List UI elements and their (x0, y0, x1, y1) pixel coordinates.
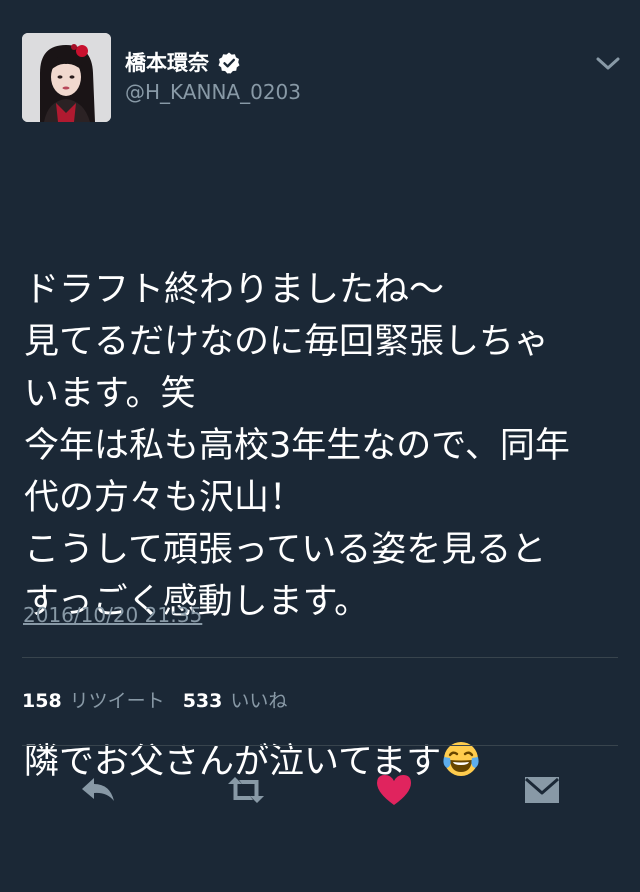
tweet-timestamp[interactable]: 2016/10/20 21:35 (23, 602, 202, 628)
tweet-paragraph: ドラフト終わりましたね〜 見てるだけなのに毎回緊張しちゃ います。笑 今年は私も… (24, 270, 570, 622)
like-label: いいね (230, 690, 288, 712)
heart-icon (377, 775, 411, 805)
divider (22, 745, 618, 746)
avatar-photo (22, 33, 111, 122)
retweet-icon (228, 777, 264, 803)
like-count: 533 (182, 690, 223, 712)
display-name-row[interactable]: 橋本環奈 (125, 50, 241, 76)
chevron-down-icon[interactable] (594, 54, 622, 74)
direct-message-button[interactable] (520, 768, 564, 812)
user-handle[interactable]: @H_KANNA_0203 (125, 80, 301, 104)
tweet-stats: 158 リツイート 533 いいね (22, 688, 305, 714)
like-stats[interactable]: 533 いいね (183, 688, 306, 714)
divider (22, 657, 618, 658)
reply-button[interactable] (76, 768, 120, 812)
retweet-label: リツイート (69, 690, 165, 712)
tweet-actions (0, 768, 640, 812)
display-name[interactable]: 橋本環奈 (125, 50, 209, 76)
like-button[interactable] (372, 768, 416, 812)
verified-badge-icon (217, 51, 241, 75)
retweet-button[interactable] (224, 768, 268, 812)
reply-icon (82, 778, 114, 801)
retweet-count: 158 (22, 690, 62, 712)
envelope-icon (525, 777, 559, 803)
avatar[interactable] (22, 33, 111, 122)
retweet-stats[interactable]: 158 リツイート (22, 688, 183, 714)
tweet-detail: 橋本環奈 @H_KANNA_0203 ドラフト終わりましたね〜 見てるだけなのに… (0, 0, 640, 828)
